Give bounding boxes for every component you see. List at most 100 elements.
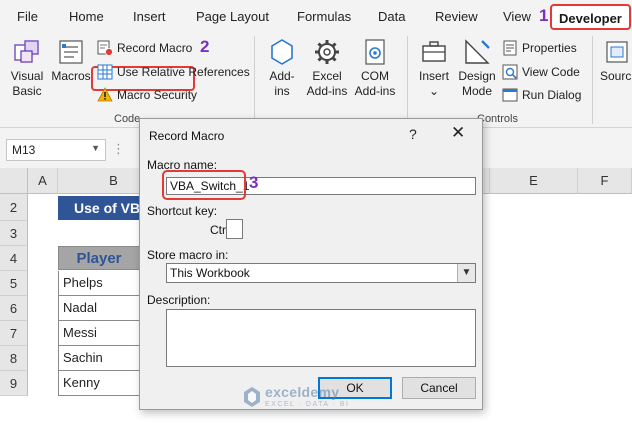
ribbon-separator: [592, 36, 593, 124]
insert-dropdown-caret: ⌄: [428, 84, 440, 98]
cancel-button[interactable]: Cancel: [402, 377, 476, 399]
sheet-title-cell[interactable]: Use of VBA Switch: [58, 196, 140, 220]
player-cell[interactable]: Phelps: [58, 271, 140, 296]
record-macro-button[interactable]: Record Macro: [97, 40, 192, 56]
insert-control-label: Insert: [418, 69, 449, 83]
properties-label: Properties: [522, 41, 577, 55]
dialog-title: Record Macro: [149, 129, 225, 143]
menu-review[interactable]: Review: [435, 9, 478, 24]
menu-view[interactable]: View: [503, 9, 531, 24]
relative-references-icon: [97, 64, 113, 80]
source-button[interactable]: Sourc: [600, 37, 632, 84]
controls-group-label: Controls: [477, 113, 518, 125]
column-header-f[interactable]: F: [578, 168, 632, 194]
use-relative-references-button[interactable]: Use Relative References: [97, 64, 250, 80]
watermark-brand: exceldemy: [265, 384, 340, 400]
step-number-3: 3: [249, 173, 259, 192]
menu-formulas[interactable]: Formulas: [297, 9, 351, 24]
row-header-4[interactable]: 4: [0, 246, 28, 271]
column-header-e[interactable]: E: [490, 168, 578, 194]
step-number-2: 2: [200, 37, 210, 56]
visual-basic-label: Visual Basic: [10, 69, 44, 98]
row-header-6[interactable]: 6: [0, 296, 28, 321]
view-code-button[interactable]: View Code: [502, 64, 580, 80]
description-textarea[interactable]: [166, 309, 476, 367]
menu-page-layout[interactable]: Page Layout: [196, 9, 269, 24]
shortcut-key-input[interactable]: [226, 219, 243, 239]
store-macro-label: Store macro in:: [147, 248, 229, 262]
design-mode-button[interactable]: Design Mode: [456, 37, 498, 99]
warning-icon: [97, 87, 113, 102]
toolbox-icon: [422, 41, 446, 62]
com-add-ins-label: COM Add-ins: [354, 69, 396, 98]
design-mode-icon: [465, 39, 490, 64]
properties-icon: [503, 40, 517, 56]
menu-file[interactable]: File: [17, 9, 38, 24]
add-ins-label: Add-ins: [269, 69, 295, 98]
add-ins-button[interactable]: Add-ins: [262, 37, 302, 99]
excel-add-ins-label: Excel Add-ins: [306, 69, 348, 98]
watermark-tagline: EXCEL · DATA · BI: [265, 401, 350, 408]
name-box[interactable]: M13 ▼: [6, 139, 106, 161]
shortcut-key-label: Shortcut key:: [147, 204, 218, 218]
player-cell[interactable]: Sachin: [58, 346, 140, 371]
menu-developer[interactable]: Developer: [550, 4, 631, 30]
use-relative-references-label: Use Relative References: [117, 65, 250, 79]
player-cell[interactable]: Messi: [58, 321, 140, 346]
row-header-9[interactable]: 9: [0, 371, 28, 396]
menu-bar: File Home Insert Page Layout Formulas Da…: [0, 0, 632, 32]
exceldemy-watermark: exceldemy EXCEL · DATA · BI: [243, 382, 393, 412]
player-header-cell[interactable]: Player: [58, 246, 140, 270]
code-group-label: Code: [114, 113, 141, 125]
source-label: Sourc: [600, 69, 632, 83]
chevron-down-icon[interactable]: ▼: [91, 143, 100, 153]
ribbon-separator: [254, 36, 255, 124]
record-macro-label: Record Macro: [117, 41, 193, 55]
ribbon-separator: [407, 36, 408, 124]
player-cell[interactable]: Kenny: [58, 371, 140, 396]
close-icon[interactable]: ✕: [451, 123, 465, 143]
step-number-1: 1: [539, 6, 549, 25]
menu-data[interactable]: Data: [378, 9, 405, 24]
macro-name-highlight: [162, 170, 246, 200]
formula-bar-dots: ⋮: [112, 141, 126, 156]
view-code-icon: [502, 64, 518, 80]
player-cell[interactable]: Nadal: [58, 296, 140, 321]
source-icon: [606, 41, 628, 63]
description-label: Description:: [147, 293, 211, 307]
record-macro-icon: [97, 40, 113, 56]
visual-basic-icon: [14, 40, 39, 63]
properties-button[interactable]: Properties: [502, 40, 577, 56]
view-code-label: View Code: [522, 65, 580, 79]
excel-add-ins-button[interactable]: Excel Add-ins: [304, 37, 350, 99]
chevron-down-icon[interactable]: ▼: [457, 264, 475, 282]
row-header-3[interactable]: 3: [0, 221, 28, 246]
store-macro-value: This Workbook: [170, 266, 250, 280]
menu-insert[interactable]: Insert: [133, 9, 166, 24]
add-ins-icon: [271, 39, 293, 65]
design-mode-label: Design Mode: [458, 69, 496, 98]
record-macro-dialog: Record Macro ? ✕ Macro name: 3 Shortcut …: [139, 118, 483, 410]
insert-control-button[interactable]: Insert ⌄: [412, 37, 456, 99]
exceldemy-logo-icon: [244, 387, 260, 407]
com-add-ins-button[interactable]: COM Add-ins: [352, 37, 398, 99]
macros-icon: [59, 40, 83, 64]
store-macro-select[interactable]: This Workbook ▼: [166, 263, 476, 283]
name-box-value: M13: [12, 143, 36, 157]
row-header-7[interactable]: 7: [0, 321, 28, 346]
select-all-corner[interactable]: [0, 168, 28, 194]
help-button[interactable]: ?: [409, 126, 417, 142]
row-header-8[interactable]: 8: [0, 346, 28, 371]
run-dialog-button[interactable]: Run Dialog: [502, 87, 581, 103]
ribbon: Visual Basic Macros Record Macro 2 Use R…: [0, 32, 632, 128]
com-add-ins-icon: [365, 39, 385, 65]
run-dialog-icon: [502, 88, 518, 102]
column-header-a[interactable]: A: [28, 168, 58, 194]
row-header-2[interactable]: 2: [0, 194, 28, 221]
macros-button[interactable]: Macros: [50, 37, 92, 84]
row-header-5[interactable]: 5: [0, 271, 28, 296]
macro-security-button[interactable]: Macro Security: [97, 87, 197, 103]
run-dialog-label: Run Dialog: [522, 88, 582, 102]
visual-basic-button[interactable]: Visual Basic: [6, 37, 48, 99]
menu-home[interactable]: Home: [69, 9, 104, 24]
